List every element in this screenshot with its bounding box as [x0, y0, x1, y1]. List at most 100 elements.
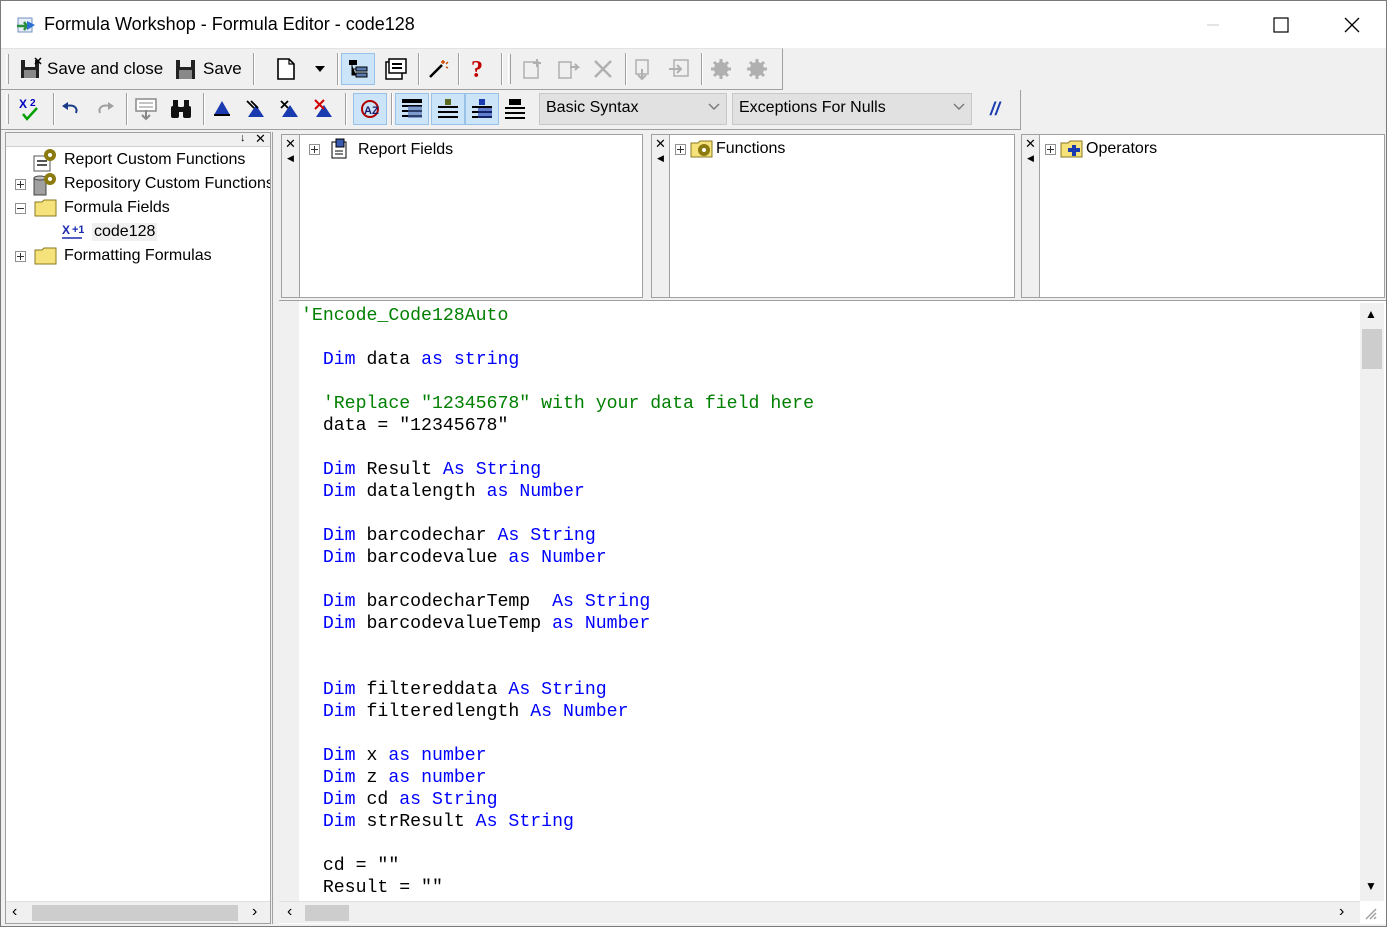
code-line[interactable] — [301, 635, 814, 657]
rename-button[interactable] — [551, 53, 585, 85]
editor-horizontal-scrollbar[interactable]: ‹ › — [279, 901, 1360, 923]
comment-button[interactable]: // — [979, 93, 1011, 125]
code-line[interactable]: Dim barcodecharTemp As String — [301, 591, 814, 613]
new-button[interactable] — [271, 53, 301, 85]
chevron-left-icon[interactable]: ‹ — [287, 903, 292, 921]
code-line[interactable]: Dim datalength as Number — [301, 481, 814, 503]
previous-bookmark-button[interactable] — [275, 93, 305, 125]
clear-bookmarks-button[interactable] — [309, 93, 339, 125]
code-line[interactable]: Dim barcodevalueTemp as Number — [301, 613, 814, 635]
properties-button[interactable] — [379, 53, 413, 85]
save-and-close-button[interactable]: Save and close — [15, 53, 167, 85]
settings-button[interactable] — [705, 53, 737, 85]
code-line[interactable]: cd = "" — [301, 855, 814, 877]
syntax-select[interactable]: Basic Syntax — [539, 93, 727, 125]
save-button[interactable]: Save — [171, 53, 247, 85]
code-line[interactable]: Dim z as number — [301, 767, 814, 789]
expand-toggle[interactable] — [1045, 144, 1056, 155]
tree-item-formula-fields[interactable]: Formula Fields — [34, 196, 170, 220]
code-line[interactable]: 'Encode_Code128Auto — [301, 305, 814, 327]
chevron-up-icon[interactable]: ▲ — [1365, 307, 1377, 321]
formula-text-editor[interactable]: 'Encode_Code128Auto Dim data as string '… — [279, 300, 1386, 924]
show-operators-tree-button[interactable] — [465, 93, 499, 125]
tree-horizontal-scrollbar[interactable]: ‹ › — [6, 901, 270, 923]
extensions-button[interactable] — [741, 53, 773, 85]
panel-pin-icon[interactable]: ◀ — [287, 153, 294, 164]
check-button[interactable]: X2 — [13, 93, 47, 125]
panel-close-icon[interactable]: ✕ — [285, 137, 296, 150]
chevron-right-icon[interactable]: › — [1339, 903, 1344, 921]
delete-button[interactable] — [587, 53, 619, 85]
formula-code[interactable]: 'Encode_Code128Auto Dim data as string '… — [301, 305, 814, 899]
disconnect-repository-button[interactable] — [663, 53, 695, 85]
panel-pin-icon[interactable]: ◀ — [1027, 153, 1034, 164]
code-line[interactable]: Dim filteredlength As Number — [301, 701, 814, 723]
size-grip[interactable] — [1362, 905, 1382, 923]
sort-tree-button[interactable]: AZ — [353, 93, 387, 125]
chevron-right-icon[interactable]: › — [252, 903, 257, 921]
code-line[interactable] — [301, 437, 814, 459]
code-line[interactable]: 'Replace "12345678" with your data field… — [301, 393, 814, 415]
tree-close-icon[interactable]: ✕ — [255, 133, 266, 147]
chevron-down-icon[interactable]: ▼ — [1365, 879, 1377, 893]
scroll-thumb[interactable] — [32, 905, 238, 921]
code-line[interactable] — [301, 569, 814, 591]
code-line[interactable]: Dim filtereddata As String — [301, 679, 814, 701]
expand-toggle[interactable] — [309, 144, 320, 155]
code-line[interactable]: Dim barcodevalue as Number — [301, 547, 814, 569]
show-text-tree-button[interactable] — [499, 93, 531, 125]
add-to-repository-button[interactable] — [629, 53, 661, 85]
maximize-button[interactable] — [1246, 1, 1316, 48]
code-line[interactable]: data = "12345678" — [301, 415, 814, 437]
panel-pin-icon[interactable]: ◀ — [657, 153, 664, 164]
code-line[interactable]: Dim Result As String — [301, 459, 814, 481]
code-line[interactable] — [301, 503, 814, 525]
scroll-thumb[interactable] — [1362, 329, 1382, 369]
code-line[interactable]: Dim barcodechar As String — [301, 525, 814, 547]
toggle-bookmark-button[interactable] — [207, 93, 237, 125]
new-dropdown-button[interactable] — [307, 53, 333, 85]
code-line[interactable]: Dim strResult As String — [301, 811, 814, 833]
new-item-button[interactable] — [517, 53, 549, 85]
find-button[interactable] — [165, 93, 197, 125]
undo-button[interactable] — [57, 93, 85, 125]
code-line[interactable] — [301, 723, 814, 745]
editor-vertical-scrollbar[interactable]: ▲ ▼ — [1360, 303, 1384, 901]
tree-item-repository-custom-functions[interactable]: Repository Custom Functions — [32, 172, 270, 196]
panel-close-icon[interactable]: ✕ — [1025, 137, 1036, 150]
null-handling-select[interactable]: Exceptions For Nulls — [732, 93, 972, 125]
close-button[interactable] — [1317, 1, 1387, 48]
pane-splitter[interactable] — [272, 132, 278, 924]
expand-toggle[interactable] — [675, 144, 686, 155]
chevron-left-icon[interactable]: ‹ — [12, 903, 17, 921]
code-line[interactable] — [301, 657, 814, 679]
collapse-toggle[interactable] — [15, 203, 26, 214]
code-line[interactable]: Dim x as number — [301, 745, 814, 767]
code-line[interactable] — [301, 833, 814, 855]
scroll-thumb[interactable] — [305, 905, 349, 921]
tree-item-code128[interactable]: X +1 code128 — [62, 220, 158, 244]
expand-toggle[interactable] — [15, 251, 26, 262]
code-line[interactable]: Result = "" — [301, 877, 814, 899]
toggle-tree-button[interactable] — [341, 53, 375, 85]
code-line[interactable]: Dim data as string — [301, 349, 814, 371]
tree-item-report-custom-functions[interactable]: Report Custom Functions — [32, 148, 245, 172]
code-line[interactable] — [301, 327, 814, 349]
browse-data-button[interactable] — [131, 93, 161, 125]
toolbar-grip[interactable] — [6, 54, 9, 84]
next-bookmark-button[interactable] — [241, 93, 271, 125]
minimize-button[interactable] — [1178, 1, 1248, 48]
expand-toggle[interactable] — [15, 179, 26, 190]
expert-wizard-button[interactable] — [423, 53, 453, 85]
show-functions-tree-button[interactable] — [431, 93, 465, 125]
redo-button[interactable] — [91, 93, 119, 125]
help-button[interactable]: ? — [463, 53, 493, 85]
pin-icon[interactable]: ↓ — [240, 133, 246, 144]
tree-item-formatting-formulas[interactable]: Formatting Formulas — [34, 244, 212, 268]
panel-close-icon[interactable]: ✕ — [655, 137, 666, 150]
toolbar-grip[interactable] — [6, 94, 9, 124]
code-line[interactable]: Dim cd as String — [301, 789, 814, 811]
code-line[interactable] — [301, 371, 814, 393]
toolbar-grip[interactable] — [508, 54, 511, 84]
show-fields-tree-button[interactable] — [395, 93, 429, 125]
